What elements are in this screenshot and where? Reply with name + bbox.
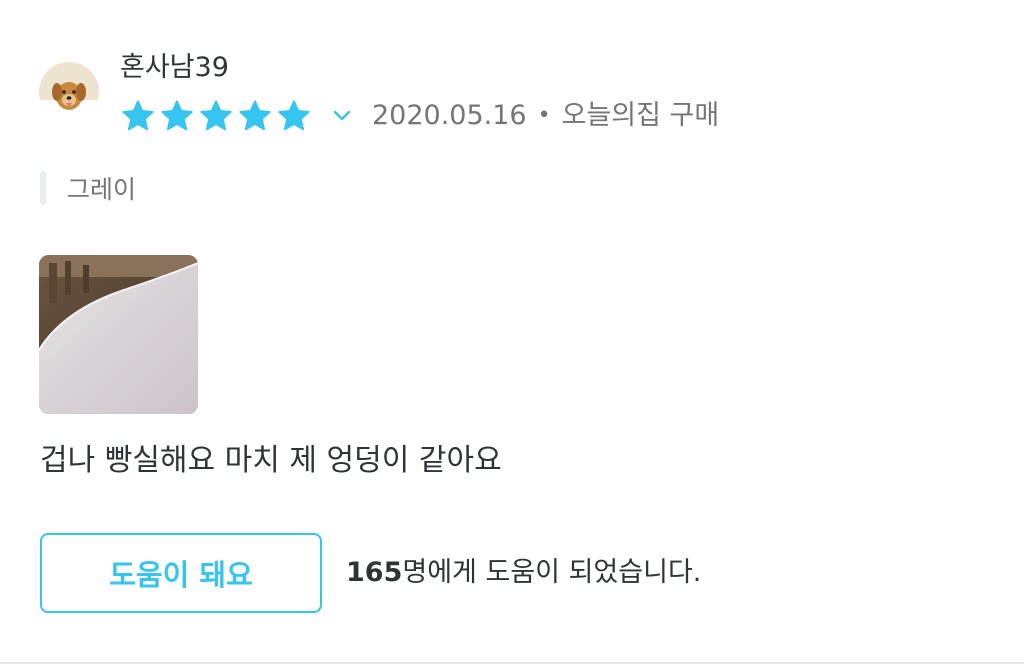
user-avatar[interactable] xyxy=(39,62,99,122)
review-author[interactable]: 혼사남39 xyxy=(120,50,229,86)
meta-separator: • xyxy=(537,103,551,128)
product-option: 그레이 xyxy=(40,170,136,206)
pillow-photo-image xyxy=(39,255,198,414)
review-card: 혼사남39 2020.05.16 • 오늘의집 구매 그레이 겁나 빵실해요 마… xyxy=(0,0,1024,662)
review-meta: 2020.05.16 • 오늘의집 구매 xyxy=(120,96,719,136)
option-label: 그레이 xyxy=(67,175,137,204)
helpful-button[interactable]: 도움이 돼요 xyxy=(40,533,322,613)
helpful-count-text: 165명에게 도움이 되었습니다. xyxy=(346,553,701,593)
star-icon xyxy=(239,100,271,131)
divider xyxy=(0,662,1024,664)
purchase-source: 오늘의집 구매 xyxy=(561,100,720,131)
star-icon xyxy=(122,100,154,131)
helpful-button-label: 도움이 돼요 xyxy=(109,558,253,592)
review-date: 2020.05.16 xyxy=(372,100,527,131)
star-icon xyxy=(200,100,232,131)
review-photo[interactable] xyxy=(39,255,198,414)
star-icon xyxy=(161,100,193,131)
review-body: 겁나 빵실해요 마치 제 엉덩이 같아요 xyxy=(40,443,502,478)
dog-avatar-icon xyxy=(39,62,99,122)
helpful-count-suffix: 명에게 도움이 되었습니다. xyxy=(402,557,702,588)
star-rating xyxy=(120,98,315,134)
star-icon xyxy=(278,100,310,131)
chevron-down-icon[interactable] xyxy=(331,105,353,127)
option-bar xyxy=(40,171,46,205)
helpful-count-number: 165 xyxy=(346,557,403,588)
